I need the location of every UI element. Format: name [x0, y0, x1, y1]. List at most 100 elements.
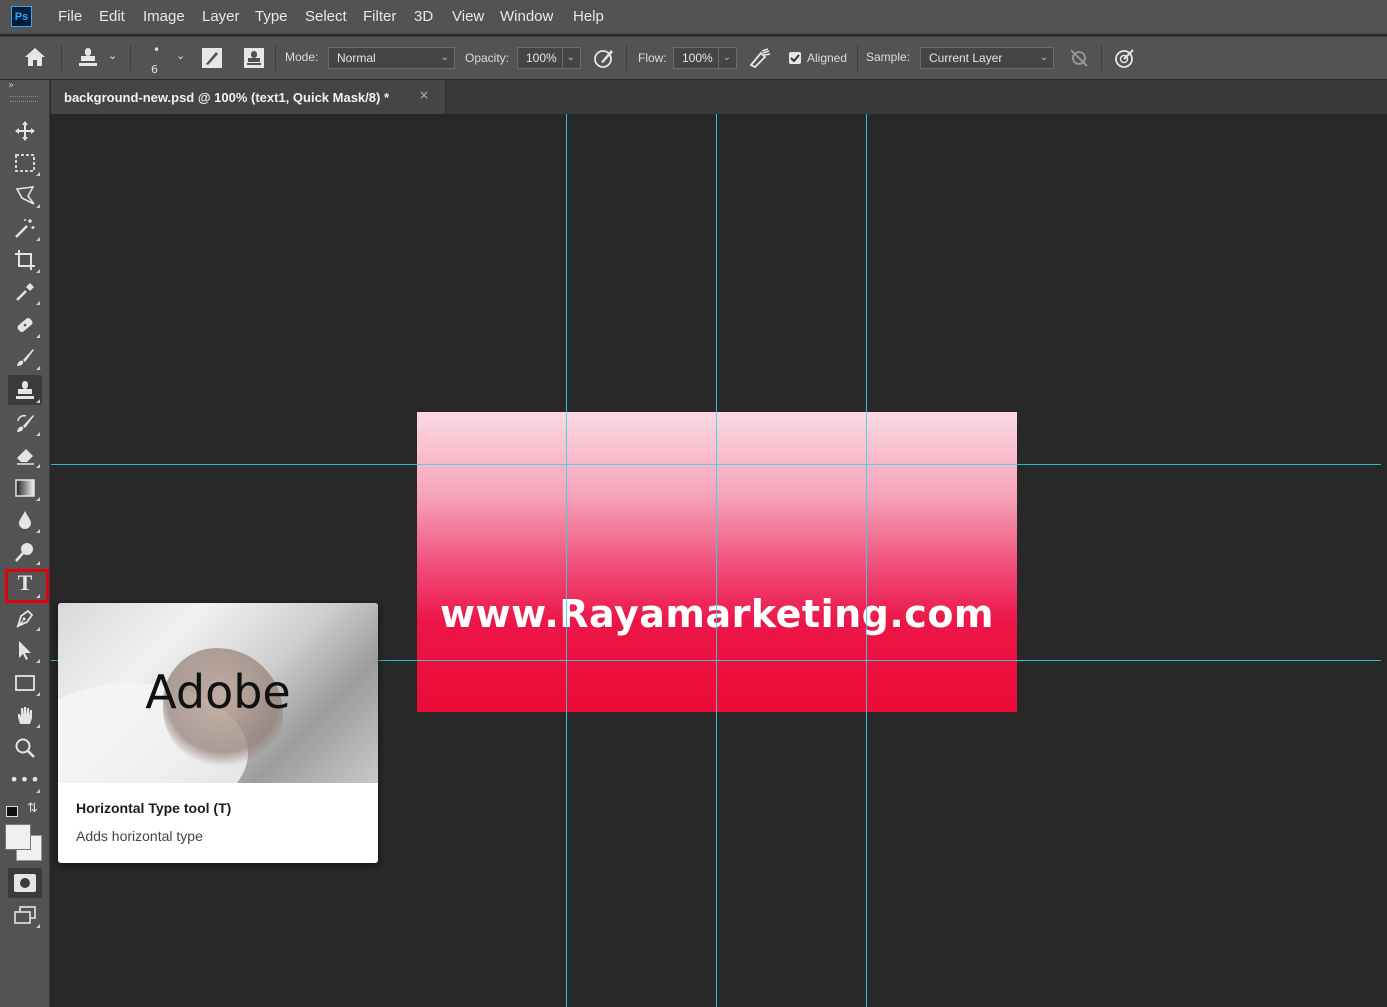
swap-colors-icon[interactable]: ⇅ [27, 801, 38, 816]
separator [61, 45, 62, 71]
sample-label: Sample: [866, 50, 911, 64]
tool-group-indicator [36, 432, 40, 436]
opacity-input[interactable]: 100% [517, 47, 563, 69]
vertical-guide[interactable] [566, 114, 567, 1007]
screen-mode-button[interactable] [8, 900, 42, 930]
ellipsis-icon: ••• [9, 770, 41, 789]
tool-group-indicator [36, 627, 40, 631]
tool-group-indicator [36, 204, 40, 208]
menu-view[interactable]: View [452, 8, 484, 25]
canvas-text-layer[interactable]: www.Rayamarketing.com [417, 592, 1017, 636]
brush-dot-icon: • [153, 43, 161, 57]
pressure-opacity-icon[interactable] [593, 47, 615, 73]
magic-wand-tool[interactable] [8, 213, 42, 243]
menu-filter[interactable]: Filter [363, 8, 396, 25]
brush-settings-icon[interactable] [201, 47, 223, 73]
dodge-tool[interactable] [8, 537, 42, 567]
document-canvas[interactable]: www.Rayamarketing.com [417, 412, 1017, 712]
photoshop-logo[interactable]: Ps [11, 6, 32, 27]
hand-tool[interactable] [8, 700, 42, 730]
tool-group-indicator [36, 924, 40, 928]
menu-image[interactable]: Image [143, 8, 185, 25]
document-tab-bar: background-new.psd @ 100% (text1, Quick … [51, 80, 1387, 114]
pen-tool[interactable] [8, 603, 42, 633]
default-colors-icon[interactable] [6, 806, 18, 817]
separator [626, 45, 627, 71]
document-tab-label: background-new.psd @ 100% (text1, Quick … [64, 90, 390, 105]
clone-stamp-preset-icon[interactable] [77, 46, 99, 72]
opacity-value: 100% [526, 51, 557, 65]
home-icon[interactable] [23, 46, 47, 72]
menu-help[interactable]: Help [573, 8, 604, 25]
tool-group-indicator [36, 172, 40, 176]
pressure-size-icon[interactable] [1114, 47, 1136, 73]
flow-label: Flow: [638, 51, 667, 65]
tool-group-indicator [36, 497, 40, 501]
menu-file[interactable]: File [58, 8, 82, 25]
airbrush-icon[interactable] [748, 47, 772, 73]
path-selection-tool[interactable] [8, 635, 42, 665]
menu-type[interactable]: Type [255, 8, 288, 25]
separator [130, 45, 131, 71]
separator [275, 45, 276, 71]
gradient-tool[interactable] [8, 473, 42, 503]
zoom-tool[interactable] [8, 733, 42, 763]
ignore-adjustment-layers-icon[interactable] [1068, 47, 1090, 73]
chevron-down-icon[interactable]: ⌄ [108, 49, 117, 62]
aligned-label[interactable]: Aligned [807, 51, 847, 65]
flow-dropdown[interactable]: ⌄ [718, 47, 737, 69]
lasso-tool[interactable] [8, 180, 42, 210]
eraser-tool[interactable] [8, 440, 42, 470]
close-icon[interactable]: × [419, 88, 429, 102]
vertical-guide[interactable] [866, 114, 867, 1007]
opacity-dropdown[interactable]: ⌄ [562, 47, 581, 69]
tool-group-indicator [36, 237, 40, 241]
vertical-guide[interactable] [716, 114, 717, 1007]
separator [1101, 45, 1102, 71]
tool-group-indicator [36, 301, 40, 305]
chevron-down-icon: ⌄ [566, 52, 575, 63]
foreground-color-swatch[interactable] [5, 824, 31, 850]
flow-input[interactable]: 100% [673, 47, 719, 69]
tool-tooltip: Adobe Horizontal Type tool (T) Adds hori… [58, 603, 378, 863]
aligned-checkbox[interactable] [789, 52, 801, 64]
eyedropper-tool[interactable] [8, 277, 42, 307]
document-tab[interactable]: background-new.psd @ 100% (text1, Quick … [51, 80, 446, 114]
brush-tool[interactable] [8, 342, 42, 372]
menu-edit[interactable]: Edit [99, 8, 125, 25]
horizontal-guide[interactable] [51, 464, 1381, 465]
rectangular-marquee-tool[interactable] [8, 148, 42, 178]
tooltip-brand-text: Adobe [145, 665, 291, 719]
chevron-down-icon: ⌄ [440, 52, 449, 63]
panel-grip[interactable] [10, 96, 38, 102]
menu-layer[interactable]: Layer [202, 8, 240, 25]
more-tools-icon[interactable]: ••• [8, 765, 42, 795]
menu-window[interactable]: Window [500, 8, 553, 25]
clone-source-icon[interactable] [243, 47, 265, 73]
tool-group-indicator [36, 789, 40, 793]
opacity-label: Opacity: [465, 51, 510, 65]
blur-tool[interactable] [8, 505, 42, 535]
tool-group-indicator [36, 561, 40, 565]
chevron-down-icon[interactable]: ⌄ [176, 49, 185, 62]
tool-group-indicator [36, 269, 40, 273]
rectangle-tool[interactable] [8, 668, 42, 698]
tools-panel: » T ••• ⇅ [0, 80, 50, 1007]
menu-select[interactable]: Select [305, 8, 347, 25]
mode-select[interactable]: Normal ⌄ [328, 47, 455, 69]
tool-group-indicator [36, 529, 40, 533]
sample-select[interactable]: Current Layer ⌄ [920, 47, 1054, 69]
mode-value: Normal [337, 51, 376, 65]
options-bar: ⌄ • 6 ⌄ Mode: Normal ⌄ Opacity: 100% ⌄ F… [0, 36, 1387, 79]
move-tool[interactable] [8, 116, 42, 146]
spot-healing-brush-tool[interactable] [8, 310, 42, 340]
menu-3d[interactable]: 3D [414, 8, 433, 25]
tool-group-indicator [36, 399, 40, 403]
history-brush-tool[interactable] [8, 408, 42, 438]
collapse-panel-icon[interactable]: » [8, 80, 14, 91]
clone-stamp-tool[interactable] [8, 375, 42, 405]
crop-tool[interactable] [8, 245, 42, 275]
tool-group-indicator [36, 366, 40, 370]
quick-mask-button[interactable] [8, 868, 42, 898]
brush-size-value[interactable]: 6 [151, 63, 158, 76]
